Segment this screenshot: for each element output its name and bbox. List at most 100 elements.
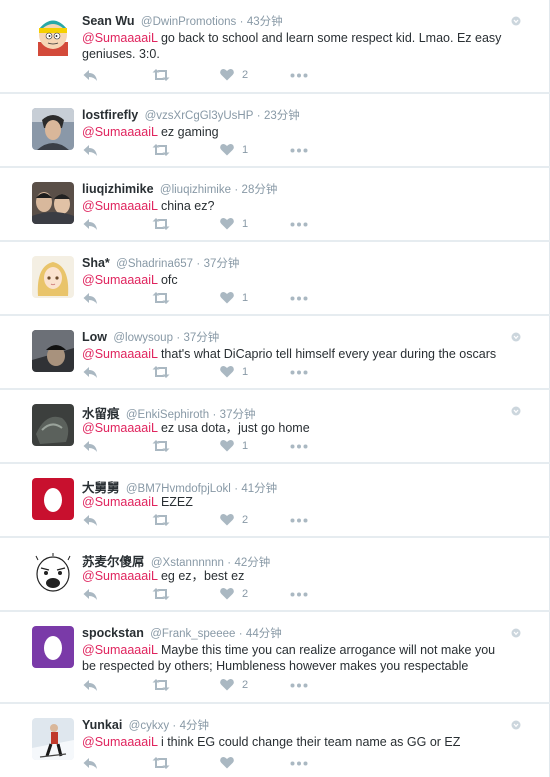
display-name[interactable]: 大舅舅 xyxy=(82,481,120,495)
avatar[interactable] xyxy=(32,330,74,372)
more-button[interactable] xyxy=(290,370,308,386)
mention-link[interactable]: @SumaaaaiL xyxy=(82,569,157,583)
reply-button[interactable] xyxy=(82,291,98,307)
like-button[interactable]: 1 xyxy=(220,439,260,455)
avatar[interactable] xyxy=(32,182,74,224)
timestamp[interactable]: 23分钟 xyxy=(264,110,300,122)
display-name[interactable]: 水留痕 xyxy=(82,407,120,421)
user-handle[interactable]: @EnkiSephiroth xyxy=(126,409,209,421)
chevron-down-icon[interactable] xyxy=(511,329,521,347)
mention-link[interactable]: @SumaaaaiL xyxy=(82,273,157,287)
avatar[interactable] xyxy=(32,718,74,760)
retweet-button[interactable] xyxy=(152,513,170,529)
like-button[interactable]: 2 xyxy=(220,68,260,84)
tweet[interactable]: Yunkai @cykxy · 4分钟 @SumaaaaiL i think E… xyxy=(0,704,550,777)
like-button[interactable]: 2 xyxy=(220,678,260,694)
mention-link[interactable]: @SumaaaaiL xyxy=(82,31,157,45)
display-name[interactable]: 苏麦尔傻屌 xyxy=(82,555,145,569)
reply-button[interactable] xyxy=(82,439,98,455)
like-button[interactable]: 1 xyxy=(220,291,260,307)
user-handle[interactable]: @Frank_speeee xyxy=(150,628,235,640)
retweet-button[interactable] xyxy=(152,68,170,84)
like-button[interactable]: 1 xyxy=(220,365,260,381)
chevron-down-icon[interactable] xyxy=(511,625,521,643)
retweet-button[interactable] xyxy=(152,678,170,694)
display-name[interactable]: lostfirefly xyxy=(82,108,138,122)
retweet-button[interactable] xyxy=(152,587,170,603)
timestamp[interactable]: 4分钟 xyxy=(180,720,209,732)
tweet[interactable]: 大舅舅 @BM7HvmdofpjLokl · 41分钟 @SumaaaaiL E… xyxy=(0,464,550,536)
like-button[interactable]: 2 xyxy=(220,587,260,603)
retweet-button[interactable] xyxy=(152,291,170,307)
like-button[interactable] xyxy=(220,756,260,772)
user-handle[interactable]: @lowysoup xyxy=(113,332,173,344)
mention-link[interactable]: @SumaaaaiL xyxy=(82,421,157,435)
timestamp[interactable]: 42分钟 xyxy=(234,557,270,569)
tweet[interactable]: liuqizhimike @liuqizhimike · 28分钟 @Sumaa… xyxy=(0,168,550,240)
display-name[interactable]: Sha* xyxy=(82,256,110,270)
more-button[interactable] xyxy=(290,222,308,238)
timestamp[interactable]: 37分钟 xyxy=(184,332,220,344)
display-name[interactable]: Low xyxy=(82,330,107,344)
chevron-down-icon[interactable] xyxy=(511,717,521,735)
reply-button[interactable] xyxy=(82,678,98,694)
more-button[interactable] xyxy=(290,518,308,534)
reply-button[interactable] xyxy=(82,587,98,603)
user-handle[interactable]: @BM7HvmdofpjLokl xyxy=(126,483,231,495)
more-button[interactable] xyxy=(290,148,308,164)
avatar[interactable] xyxy=(32,626,74,668)
avatar[interactable] xyxy=(32,108,74,150)
tweet[interactable]: Sean Wu @DwinPromotions · 43分钟 @Sumaaaai… xyxy=(0,0,550,92)
mention-link[interactable]: @SumaaaaiL xyxy=(82,735,157,749)
avatar[interactable] xyxy=(32,256,74,298)
user-handle[interactable]: @cykxy xyxy=(129,720,169,732)
user-handle[interactable]: @liuqizhimike xyxy=(160,184,231,196)
more-button[interactable] xyxy=(290,761,308,777)
avatar[interactable] xyxy=(32,552,74,594)
more-button[interactable] xyxy=(290,444,308,460)
tweet[interactable]: Low @lowysoup · 37分钟 @SumaaaaiL that's w… xyxy=(0,316,550,388)
timestamp[interactable]: 37分钟 xyxy=(220,409,256,421)
retweet-button[interactable] xyxy=(152,365,170,381)
mention-link[interactable]: @SumaaaaiL xyxy=(82,125,157,139)
user-handle[interactable]: @Xstannnnnn xyxy=(151,557,224,569)
reply-button[interactable] xyxy=(82,756,98,772)
mention-link[interactable]: @SumaaaaiL xyxy=(82,347,157,361)
avatar[interactable] xyxy=(32,478,74,520)
retweet-button[interactable] xyxy=(152,756,170,772)
retweet-button[interactable] xyxy=(152,217,170,233)
mention-link[interactable]: @SumaaaaiL xyxy=(82,495,157,509)
more-button[interactable] xyxy=(290,73,308,89)
chevron-down-icon[interactable] xyxy=(511,403,521,421)
display-name[interactable]: Yunkai xyxy=(82,718,122,732)
like-button[interactable]: 1 xyxy=(220,217,260,233)
user-handle[interactable]: @DwinPromotions xyxy=(141,16,236,28)
avatar[interactable] xyxy=(32,14,74,56)
tweet[interactable]: Sha* @Shadrina657 · 37分钟 @SumaaaaiL ofc … xyxy=(0,242,550,314)
user-handle[interactable]: @vzsXrCgGl3yUsHP xyxy=(145,110,254,122)
mention-link[interactable]: @SumaaaaiL xyxy=(82,199,157,213)
more-button[interactable] xyxy=(290,683,308,699)
tweet[interactable]: spockstan @Frank_speeee · 44分钟 @Sumaaaai… xyxy=(0,612,550,702)
more-button[interactable] xyxy=(290,296,308,312)
timestamp[interactable]: 43分钟 xyxy=(247,16,283,28)
reply-button[interactable] xyxy=(82,513,98,529)
tweet[interactable]: 水留痕 @EnkiSephiroth · 37分钟 @SumaaaaiL ez … xyxy=(0,390,550,462)
reply-button[interactable] xyxy=(82,365,98,381)
timestamp[interactable]: 28分钟 xyxy=(242,184,278,196)
avatar[interactable] xyxy=(32,404,74,446)
tweet[interactable]: lostfirefly @vzsXrCgGl3yUsHP · 23分钟 @Sum… xyxy=(0,94,550,166)
mention-link[interactable]: @SumaaaaiL xyxy=(82,643,157,657)
display-name[interactable]: liuqizhimike xyxy=(82,182,154,196)
timestamp[interactable]: 44分钟 xyxy=(246,628,282,640)
more-button[interactable] xyxy=(290,592,308,608)
retweet-button[interactable] xyxy=(152,143,170,159)
reply-button[interactable] xyxy=(82,68,98,84)
retweet-button[interactable] xyxy=(152,439,170,455)
display-name[interactable]: Sean Wu xyxy=(82,14,135,28)
reply-button[interactable] xyxy=(82,217,98,233)
like-button[interactable]: 1 xyxy=(220,143,260,159)
timestamp[interactable]: 41分钟 xyxy=(241,483,277,495)
timestamp[interactable]: 37分钟 xyxy=(204,258,240,270)
user-handle[interactable]: @Shadrina657 xyxy=(116,258,193,270)
